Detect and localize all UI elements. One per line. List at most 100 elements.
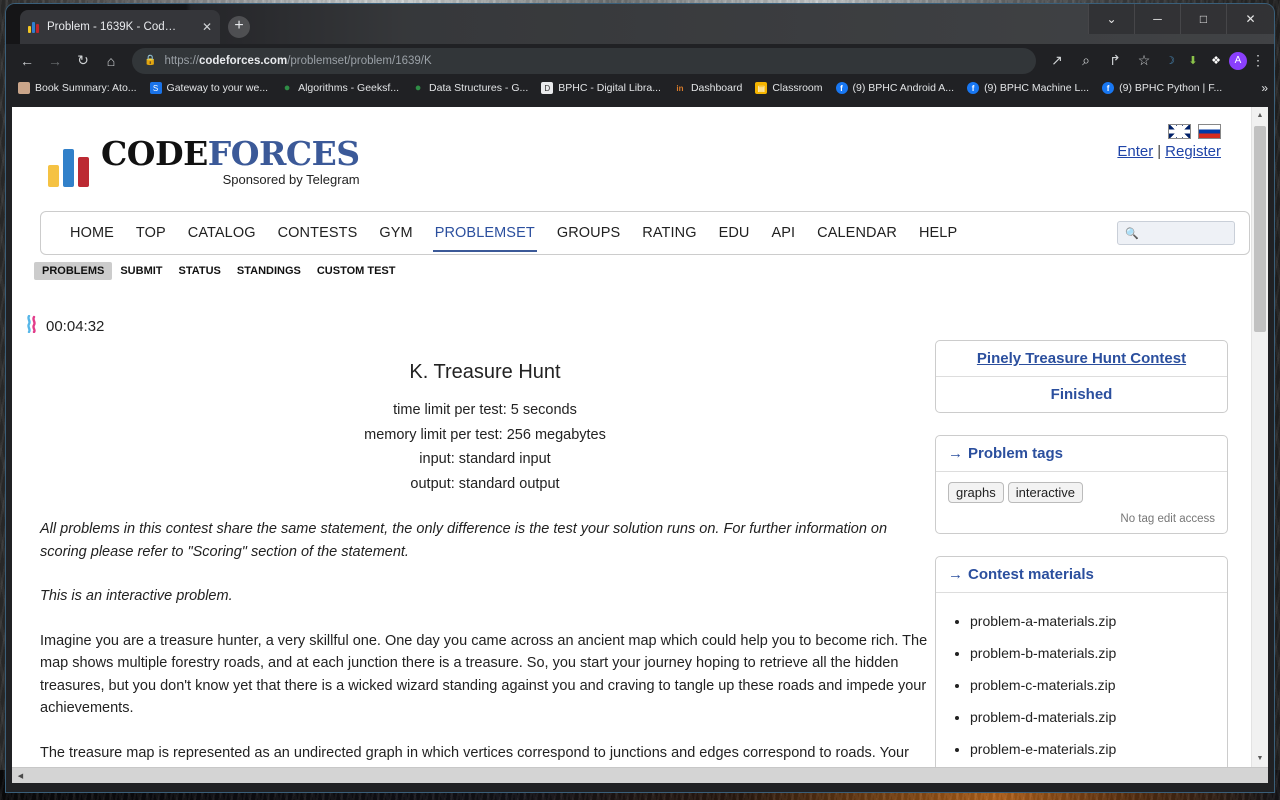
register-link[interactable]: Register — [1165, 143, 1221, 160]
horizontal-scrollbar[interactable]: ◀ — [12, 767, 1268, 783]
minimize-button[interactable]: ─ — [1134, 4, 1180, 34]
language-switcher — [1168, 124, 1221, 139]
scroll-up-icon[interactable]: ▲ — [1252, 107, 1268, 124]
search-page-icon[interactable]: ⌕ — [1073, 48, 1099, 74]
d-icon: D — [541, 82, 554, 94]
contest-materials-header[interactable]: → Contest materials — [936, 557, 1227, 593]
address-bar[interactable]: 🔒 https://codeforces.com/problemset/prob… — [132, 47, 1036, 74]
bookmark-item[interactable]: ● Data Structures - G... — [408, 82, 537, 94]
web-page: CODEFORCES Sponsored by Telegram Enter | R… — [12, 107, 1251, 767]
tab-search-icon[interactable]: ⌄ — [1088, 4, 1134, 34]
problem-paragraph: Imagine you are a treasure hunter, a ver… — [40, 632, 928, 717]
nav-item-contests[interactable]: CONTESTS — [267, 220, 369, 246]
bookmark-star-icon[interactable]: ☆ — [1131, 48, 1157, 74]
cast-icon[interactable]: ↱ — [1102, 48, 1128, 74]
nav-item-top[interactable]: TOP — [125, 220, 177, 246]
problem-limits: time limit per test: 5 seconds memory lim… — [40, 398, 930, 496]
reload-icon[interactable]: ↻ — [70, 48, 96, 74]
nav-item-problemset[interactable]: PROBLEMSET — [424, 220, 546, 252]
tab-strip: Problem - 1639K - Codeforces ✕ + ⌄ ─ □ ✕ — [6, 4, 1274, 44]
problem-tags-header[interactable]: → Problem tags — [936, 436, 1227, 472]
material-file-item[interactable]: problem-e-materials.zip — [970, 733, 1215, 765]
site-search-box[interactable]: 🔍 — [1117, 221, 1235, 245]
enter-link[interactable]: Enter — [1117, 143, 1153, 160]
nav-item-rating[interactable]: RATING — [631, 220, 707, 246]
scroll-left-icon[interactable]: ◀ — [12, 772, 29, 780]
reading-mode-icon[interactable]: ☽ — [1160, 51, 1180, 71]
contest-name-link[interactable]: Pinely Treasure Hunt Contest — [977, 350, 1186, 367]
download-icon[interactable]: ⬇ — [1183, 51, 1203, 71]
bookmark-label: Book Summary: Ato... — [35, 82, 137, 94]
codeforces-logo[interactable]: CODEFORCES Sponsored by Telegram — [48, 137, 360, 187]
url-domain: codeforces.com — [198, 54, 288, 67]
vertical-scrollbar[interactable]: ▲ ▼ — [1251, 107, 1268, 767]
nav-item-edu[interactable]: EDU — [708, 220, 761, 246]
material-file-item[interactable]: problem-a-materials.zip — [970, 605, 1215, 637]
logo-bars-icon — [48, 149, 92, 187]
bookmark-item[interactable]: ● Algorithms - Geeksf... — [277, 82, 408, 94]
bookmark-item[interactable]: in Dashboard — [670, 82, 751, 94]
problem-limit-line: memory limit per test: 256 megabytes — [364, 426, 606, 443]
new-tab-button[interactable]: + — [228, 16, 250, 38]
scroll-down-icon[interactable]: ▼ — [1252, 750, 1268, 767]
subnav-item-submit[interactable]: SUBMIT — [112, 262, 170, 280]
facebook-icon: f — [1102, 82, 1115, 94]
problem-paragraph: This is an interactive problem. — [40, 588, 233, 604]
share-icon[interactable]: ↗ — [1044, 48, 1070, 74]
bookmark-item[interactable]: D BPHC - Digital Libra... — [537, 82, 670, 94]
address-bar-url: https://codeforces.com/problemset/proble… — [164, 55, 431, 67]
contest-name-header: Pinely Treasure Hunt Contest — [936, 341, 1227, 377]
material-file-item[interactable]: problem-c-materials.zip — [970, 669, 1215, 701]
bookmark-item[interactable]: f (9) BPHC Android A... — [832, 82, 964, 94]
bookmark-label: (9) BPHC Python | F... — [1119, 82, 1223, 94]
nav-item-gym[interactable]: GYM — [368, 220, 423, 246]
subnav-item-status[interactable]: STATUS — [171, 262, 229, 280]
nav-item-groups[interactable]: GROUPS — [546, 220, 631, 246]
subnav-item-problems[interactable]: PROBLEMS — [34, 262, 113, 280]
bookmark-item[interactable]: ▤ Classroom — [751, 82, 831, 94]
home-icon[interactable]: ⌂ — [98, 48, 124, 74]
problem-limit-line: output: standard output — [410, 475, 560, 492]
back-icon[interactable]: ← — [14, 48, 40, 74]
extensions-icon[interactable]: ❖ — [1206, 51, 1226, 71]
close-window-button[interactable]: ✕ — [1226, 4, 1274, 34]
profile-avatar[interactable]: A — [1229, 51, 1247, 70]
no-tag-edit-access-note: No tag edit access — [1120, 513, 1215, 525]
subnav-item-standings[interactable]: STANDINGS — [229, 262, 309, 280]
nav-item-catalog[interactable]: CATALOG — [177, 220, 267, 246]
contest-materials-card: → Contest materials problem-a-materials.z… — [935, 556, 1228, 767]
codeforces-page: CODEFORCES Sponsored by Telegram Enter | R… — [12, 107, 1251, 767]
bookmarks-overflow-icon[interactable]: » — [1261, 81, 1268, 95]
linkedin-icon: in — [676, 83, 684, 93]
bookmark-item[interactable]: S Gateway to your we... — [146, 82, 278, 94]
problem-tag[interactable]: graphs — [948, 482, 1004, 503]
forward-icon[interactable]: → — [42, 48, 68, 74]
logo-sponsor-text: Sponsored by Telegram — [222, 172, 360, 187]
nav-item-api[interactable]: API — [761, 220, 807, 246]
bookmark-item[interactable]: f (9) BPHC Python | F... — [1098, 82, 1231, 94]
main-navigation: HOME TOP CATALOG CONTESTS GYM PROBLEMSET GROUP… — [40, 211, 1250, 255]
material-file-item[interactable]: problem-b-materials.zip — [970, 637, 1215, 669]
s-icon: S — [149, 82, 162, 94]
browser-tab[interactable]: Problem - 1639K - Codeforces ✕ — [20, 10, 220, 44]
sidebar: Pinely Treasure Hunt Contest Finished → P… — [935, 340, 1228, 767]
nav-item-calendar[interactable]: CALENDAR — [806, 220, 908, 246]
browser-menu-icon[interactable]: ⋮ — [1250, 48, 1266, 74]
english-flag-icon[interactable] — [1168, 124, 1191, 139]
material-file-item[interactable]: problem-d-materials.zip — [970, 701, 1215, 733]
maximize-button[interactable]: □ — [1180, 4, 1226, 34]
russian-flag-icon[interactable] — [1198, 124, 1221, 139]
site-search-input[interactable] — [1138, 226, 1219, 240]
bookmark-item[interactable]: Book Summary: Ato... — [14, 82, 146, 94]
nav-item-home[interactable]: HOME — [59, 220, 125, 246]
bookmark-label: Gateway to your we... — [166, 82, 269, 94]
problem-limit-line: time limit per test: 5 seconds — [393, 402, 577, 418]
bookmark-item[interactable]: f (9) BPHC Machine L... — [963, 82, 1098, 94]
close-tab-icon[interactable]: ✕ — [202, 20, 212, 34]
problem-tag[interactable]: interactive — [1007, 482, 1083, 503]
vertical-scrollbar-thumb[interactable] — [1254, 126, 1266, 332]
subnav-item-custom-test[interactable]: CUSTOM TEST — [309, 262, 404, 280]
nav-item-help[interactable]: HELP — [908, 220, 968, 246]
gfg-icon: ● — [283, 82, 291, 94]
facebook-icon: f — [835, 82, 848, 94]
